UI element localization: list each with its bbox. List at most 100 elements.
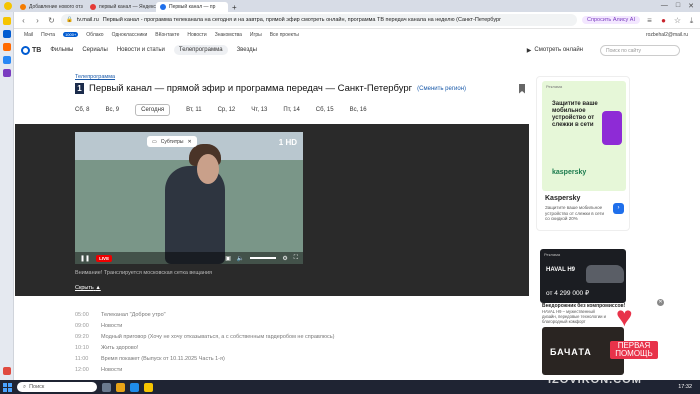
new-tab-button[interactable]: + <box>228 2 240 12</box>
service-cloud[interactable]: Облако <box>86 32 103 38</box>
sidebar-mail-icon[interactable] <box>2 30 11 38</box>
day-thu-13[interactable]: Чт, 13 <box>251 107 267 113</box>
schedule-time: 09:20 <box>75 334 89 340</box>
cc-icon: ▭ <box>152 138 157 145</box>
tab-label: Первый канал — пр <box>169 4 216 10</box>
ad-kaspersky-image: Реклама Защитите ваше мобильное устройст… <box>542 81 626 191</box>
video-player[interactable]: ▭ Субтитры ✕ 1 HD ❚❚ LIVE ▣ 🔈 ⚙ ⛶ <box>75 132 303 264</box>
user-email[interactable]: rozbehal2@mail.ru <box>646 32 688 38</box>
service-ok[interactable]: Одноклассники <box>112 32 148 38</box>
nav-films[interactable]: Фильмы <box>50 47 73 53</box>
service-dating[interactable]: Знакомства <box>215 32 242 38</box>
bookmark-icon[interactable] <box>519 83 526 94</box>
schedule-row[interactable]: 12:00 Новости <box>75 367 122 373</box>
promo-first-aid[interactable]: ПЕРВАЯ ПОМОЩЬ <box>610 341 658 359</box>
schedule-title: Новости <box>101 323 123 329</box>
nav-tv-program[interactable]: Телепрограмма <box>173 45 228 55</box>
change-region-link[interactable]: (Сменить регион) <box>417 86 466 92</box>
day-sun-9[interactable]: Вс, 9 <box>105 107 119 113</box>
close-icon[interactable]: ✕ <box>688 2 694 10</box>
edge-icon[interactable] <box>130 382 139 392</box>
taskbar-clock: 17:32 <box>678 384 692 390</box>
download-icon[interactable]: ⤓ <box>687 16 696 25</box>
browser-logo[interactable] <box>0 1 16 11</box>
ad-haval-image: Реклама HAVAL H9 от 4 299 000 ₽ <box>540 249 626 303</box>
schedule-row[interactable]: 09:00 Новости <box>75 323 122 329</box>
sidebar-ok-icon[interactable] <box>2 43 11 51</box>
ad-arrow-icon[interactable]: › <box>613 203 624 214</box>
service-all-projects[interactable]: Все проекты <box>270 32 299 38</box>
schedule-row[interactable]: 05:00 Телеканал "Доброе утро" <box>75 312 166 318</box>
volume-icon[interactable]: 🔈 <box>237 255 244 262</box>
subtitles-button[interactable]: ▭ Субтитры ✕ <box>147 136 197 147</box>
service-mail[interactable]: Mail <box>24 32 33 38</box>
pip-icon[interactable]: ▣ <box>225 255 231 262</box>
tv-logo[interactable]: ТВ <box>21 45 41 55</box>
breadcrumb[interactable]: Телепрограмма <box>75 74 115 80</box>
back-icon[interactable]: ‹ <box>19 16 28 25</box>
car-illustration-icon <box>586 265 624 283</box>
taskview-icon[interactable] <box>102 382 111 392</box>
day-tue-11[interactable]: Вт, 11 <box>186 107 201 113</box>
settings-gear-icon[interactable]: ⚙ <box>282 255 287 262</box>
fullscreen-icon[interactable]: ⛶ <box>294 255 298 262</box>
schedule-row[interactable]: 09:20 Модный приговор (Хочу не хочу отказ… <box>75 334 334 340</box>
video-frame-person <box>165 166 225 264</box>
nav-news[interactable]: Новости и статьи <box>117 47 165 53</box>
url-domain: tv.mail.ru <box>76 17 99 23</box>
nav-stars[interactable]: Звезды <box>237 47 257 53</box>
volume-slider[interactable] <box>250 257 277 259</box>
alisa-button[interactable]: Спросить Алису AI <box>582 16 640 24</box>
sidebar-alisa-icon[interactable] <box>2 69 11 77</box>
schedule-title: Жить здорово! <box>101 345 139 351</box>
windows-start-icon[interactable] <box>3 382 12 392</box>
tab-favicon-icon <box>20 4 26 10</box>
player-controls: ❚❚ LIVE ▣ 🔈 ⚙ ⛶ <box>75 252 303 264</box>
day-sat-8[interactable]: Сб, 8 <box>75 107 89 113</box>
menu-icon[interactable]: ≡ <box>645 16 654 25</box>
hide-player-link[interactable]: Скрыть ▲ <box>75 285 101 291</box>
haval-logo: HAVAL H9 <box>546 267 576 273</box>
day-today[interactable]: Сегодня <box>135 104 171 116</box>
yandex-browser-icon[interactable] <box>144 382 153 392</box>
schedule-row[interactable]: 10:10 Жить здорово! <box>75 345 138 351</box>
sidebar-app-icon[interactable] <box>2 17 11 25</box>
day-sun-16[interactable]: Вс, 16 <box>350 107 367 113</box>
sidebar-music-icon[interactable] <box>2 367 11 375</box>
maximize-icon[interactable]: □ <box>676 2 680 10</box>
pause-icon[interactable]: ❚❚ <box>80 255 90 262</box>
schedule-time: 05:00 <box>75 312 89 318</box>
day-fri-14[interactable]: Пт, 14 <box>283 107 299 113</box>
day-sat-15[interactable]: Сб, 15 <box>316 107 334 113</box>
ad-kaspersky[interactable]: Реклама Защитите ваше мобильное устройст… <box>536 76 630 231</box>
schedule-time: 11:00 <box>75 356 89 362</box>
tab-2[interactable]: первый канал — Яндекс <box>86 2 156 12</box>
taskbar-search[interactable]: ⌕ Поиск <box>17 382 97 392</box>
page-title: Первый канал — прямой эфир и программа п… <box>89 83 413 94</box>
channel-logo-icon: 1 <box>75 83 84 94</box>
ad-close-icon[interactable]: ✕ <box>657 299 664 306</box>
site-search-input[interactable]: Поиск по сайту <box>600 44 680 56</box>
schedule-row[interactable]: 11:00 Время покажет (Выпуск от 10.11.2025… <box>75 356 225 362</box>
service-vk[interactable]: ВКонтакте <box>155 32 179 38</box>
minimize-icon[interactable]: — <box>661 2 668 10</box>
pinterest-icon[interactable]: ● <box>659 16 668 25</box>
day-selector: Сб, 8 Вс, 9 Сегодня Вт, 11 Ср, 12 Чт, 13… <box>75 104 367 116</box>
close-subtitles-icon[interactable]: ✕ <box>188 139 192 145</box>
bookmark-icon[interactable]: ☆ <box>673 16 682 25</box>
sidebar-vk-icon[interactable] <box>2 56 11 64</box>
forward-icon[interactable]: › <box>33 16 42 25</box>
explorer-icon[interactable] <box>116 382 125 392</box>
nav-series[interactable]: Сериалы <box>82 47 108 53</box>
reload-icon[interactable]: ↻ <box>47 16 56 25</box>
service-news[interactable]: Новости <box>187 32 206 38</box>
service-games[interactable]: Игры <box>250 32 262 38</box>
schedule-time: 12:00 <box>75 367 89 373</box>
schedule-time: 10:10 <box>75 345 89 351</box>
service-pochta[interactable]: Почта <box>41 32 55 38</box>
watch-online-link[interactable]: ▶ Смотреть онлайн <box>527 47 583 54</box>
url-field[interactable]: 🔒 tv.mail.ru Первый канал - программа те… <box>61 14 578 26</box>
day-wed-12[interactable]: Ср, 12 <box>218 107 236 113</box>
tab-3-active[interactable]: Первый канал — пр <box>156 2 228 12</box>
tab-1[interactable]: Добавление нового отз <box>16 2 86 12</box>
